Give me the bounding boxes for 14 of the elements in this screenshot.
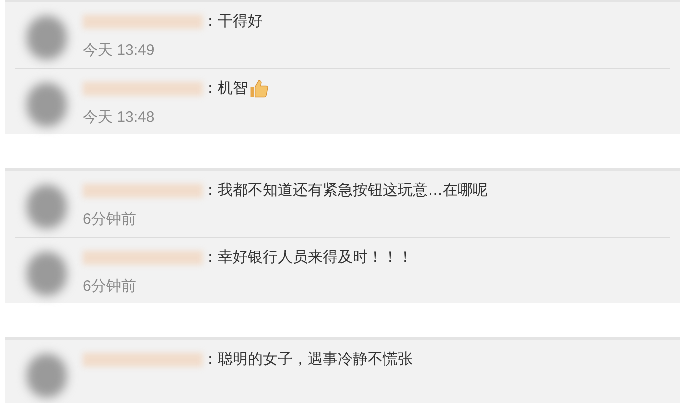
comment-text: ：幸好银行人员来得及时！！！ [203, 248, 413, 268]
comment-text: ：我都不知道还有紧急按钮这玩意…在哪呢 [203, 180, 488, 201]
avatar [27, 83, 67, 127]
avatar [27, 252, 67, 296]
avatar [27, 354, 67, 398]
comment-time: 6分钟前 [83, 210, 138, 230]
comment-text: ：干得好 [203, 12, 263, 32]
comment-text: ：聪明的女子，遇事冷静不慌张 [203, 350, 413, 370]
avatar [27, 185, 67, 229]
comment-text: ：机智 [203, 78, 248, 99]
comment-time: 今天 13:49 [83, 41, 156, 61]
comment-time: 6分钟前 [83, 277, 138, 297]
avatar [27, 16, 67, 60]
comment-time: 今天 13:48 [83, 108, 156, 128]
